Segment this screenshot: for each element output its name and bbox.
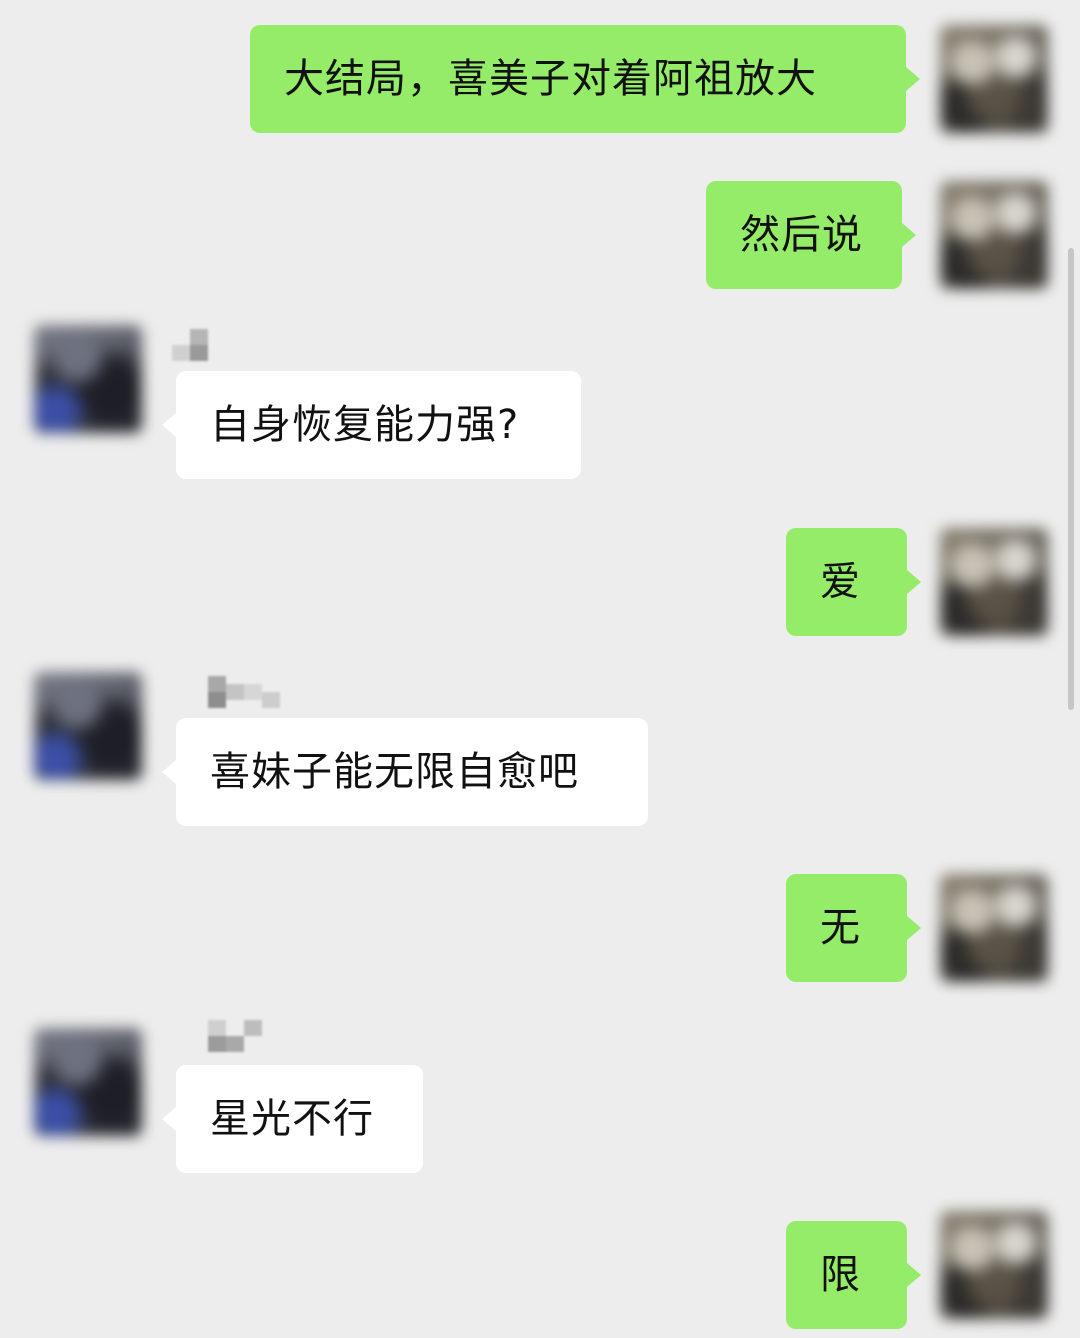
my-avatar[interactable] xyxy=(940,25,1048,133)
message-text: 星光不行 xyxy=(210,1096,374,1142)
received-message-bubble[interactable]: 星光不行 xyxy=(162,1065,423,1173)
message-text: 无 xyxy=(820,905,861,951)
contact-avatar[interactable] xyxy=(34,325,142,433)
contact-avatar[interactable] xyxy=(34,672,142,780)
message-text: 自身恢复能力强? xyxy=(210,402,520,448)
message-text: 限 xyxy=(820,1252,861,1298)
message-text: 喜妹子能无限自愈吧 xyxy=(210,749,579,795)
message-text: 大结局，喜美子对着阿祖放大 xyxy=(284,56,817,102)
chat-view: 大结局，喜美子对着阿祖放大 然后说 自身恢复能力强? 爱 喜妹子能无限自愈吧 无… xyxy=(0,0,1080,1338)
sent-message-bubble[interactable]: 无 xyxy=(786,874,921,982)
sent-message-bubble[interactable]: 大结局，喜美子对着阿祖放大 xyxy=(250,25,920,133)
my-avatar[interactable] xyxy=(940,1211,1048,1319)
received-message-bubble[interactable]: 喜妹子能无限自愈吧 xyxy=(162,718,648,826)
my-avatar[interactable] xyxy=(940,874,1048,982)
sent-message-bubble[interactable]: 限 xyxy=(786,1221,921,1329)
message-text: 然后说 xyxy=(740,212,863,258)
contact-avatar[interactable] xyxy=(34,1028,142,1136)
sent-message-bubble[interactable]: 爱 xyxy=(786,528,921,636)
received-message-bubble[interactable]: 自身恢复能力强? xyxy=(162,371,581,479)
scrollbar[interactable] xyxy=(1068,248,1074,710)
sent-message-bubble[interactable]: 然后说 xyxy=(706,181,916,289)
message-text: 爱 xyxy=(820,559,861,605)
my-avatar[interactable] xyxy=(940,528,1048,636)
my-avatar[interactable] xyxy=(940,181,1048,289)
